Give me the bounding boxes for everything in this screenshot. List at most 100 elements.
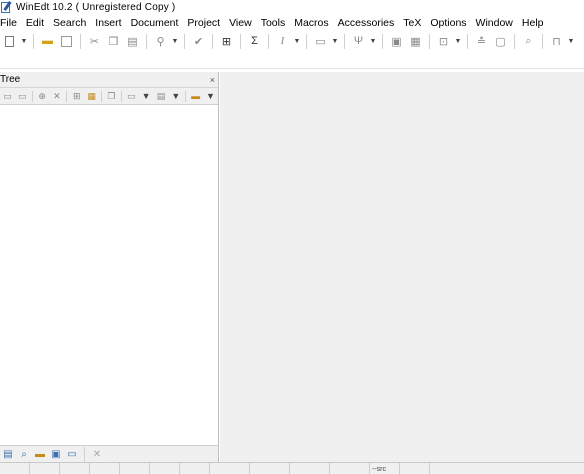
window-title: WinEdt 10.2 ( Unregistered Copy ) xyxy=(16,1,176,13)
toolbar-separator xyxy=(344,33,345,49)
tree-toggle-icon[interactable]: ⊞ xyxy=(219,34,234,49)
image-browser-icon[interactable]: ▣ xyxy=(50,448,62,460)
search-pdf-icon[interactable]: ⌕ xyxy=(521,34,536,49)
menu-options[interactable]: Options xyxy=(430,17,466,29)
menu-edit[interactable]: Edit xyxy=(26,17,44,29)
save-icon[interactable] xyxy=(59,34,74,49)
toolbar-separator xyxy=(31,90,33,102)
search-icon[interactable]: ⌕ xyxy=(18,448,30,460)
preview-icon[interactable]: ▢ xyxy=(493,34,508,49)
table-icon[interactable]: ▦ xyxy=(408,34,423,49)
sigma-icon[interactable]: Σ xyxy=(247,34,262,49)
toolbar-separator xyxy=(467,33,468,49)
copy-icon[interactable]: ❐ xyxy=(106,34,121,49)
menu-accessories[interactable]: Accessories xyxy=(338,17,395,29)
status-cell xyxy=(210,463,250,474)
menu-file[interactable]: File xyxy=(0,17,17,29)
italic-icon[interactable]: I xyxy=(275,34,290,49)
find-dropdown-icon[interactable]: ▼ xyxy=(171,34,179,49)
tree-panel: Tree × ▭ ▭ ⊕ ✕ ⊞ ▦ ❐ ▭ ▼ ▤ ▼ ▬ ▼ ▤ ⌕ ▬ ▣… xyxy=(0,72,219,462)
tex-symbol-dropdown-icon[interactable]: ▼ xyxy=(369,34,377,49)
tree-node-icon[interactable]: ⊞ xyxy=(71,91,82,102)
close-icon[interactable]: ✕ xyxy=(91,448,103,460)
status-cell xyxy=(120,463,150,474)
tree-list-dropdown-icon[interactable]: ▼ xyxy=(170,91,181,102)
main-toolbar: ▼ ▬ ✂ ❐ ▤ ⚲ ▼ ✔ ⊞ Σ I ▼ ▭ ▼ Ψ ▼ ▣ ▦ ⊡ ▼ … xyxy=(0,31,584,51)
tree-back-icon[interactable]: ▭ xyxy=(2,91,13,102)
menu-insert[interactable]: Insert xyxy=(95,17,121,29)
console-icon[interactable]: ▭ xyxy=(66,448,78,460)
tree-forward-icon[interactable]: ▭ xyxy=(17,91,28,102)
compile-icon[interactable]: ⊡ xyxy=(436,34,451,49)
menu-bar: File Edit Search Insert Document Project… xyxy=(0,15,553,31)
image-icon[interactable]: ▣ xyxy=(389,34,404,49)
toolbar-separator xyxy=(212,33,213,49)
status-cell xyxy=(330,463,370,474)
tree-remove-icon[interactable]: ✕ xyxy=(52,91,63,102)
tree-list-icon[interactable]: ▤ xyxy=(156,91,167,102)
menu-window[interactable]: Window xyxy=(476,17,513,29)
winedt-app-icon xyxy=(1,1,13,13)
new-document-dropdown-icon[interactable]: ▼ xyxy=(20,34,28,49)
tree-copy-icon[interactable]: ❐ xyxy=(106,91,117,102)
folder-tree-icon[interactable]: ▬ xyxy=(34,448,46,460)
toolbar-separator xyxy=(84,446,85,462)
tree-project-icon[interactable]: ▦ xyxy=(86,91,97,102)
tex-symbol-icon[interactable]: Ψ xyxy=(351,34,366,49)
menu-help[interactable]: Help xyxy=(522,17,544,29)
trash-icon[interactable]: ⊓ xyxy=(549,34,564,49)
trash-dropdown-icon[interactable]: ▼ xyxy=(567,34,575,49)
status-cell xyxy=(60,463,90,474)
tree-folder-dropdown-icon[interactable]: ▼ xyxy=(205,91,216,102)
tree-add-icon[interactable]: ⊕ xyxy=(37,91,48,102)
toolbar-separator xyxy=(80,33,81,49)
toolbar-separator xyxy=(146,33,147,49)
toolbar-separator xyxy=(382,33,383,49)
tree-toolbar: ▭ ▭ ⊕ ✕ ⊞ ▦ ❐ ▭ ▼ ▤ ▼ ▬ ▼ xyxy=(0,88,218,105)
tree-bottom-toolbar: ▤ ⌕ ▬ ▣ ▭ ✕ xyxy=(0,445,218,462)
italic-dropdown-icon[interactable]: ▼ xyxy=(293,34,301,49)
paste-icon[interactable]: ▤ xyxy=(125,34,140,49)
menu-search[interactable]: Search xyxy=(53,17,86,29)
toolbar-separator xyxy=(101,90,103,102)
toolbar-separator xyxy=(240,33,241,49)
new-document-icon[interactable] xyxy=(2,34,17,49)
menu-view[interactable]: View xyxy=(229,17,252,29)
status-cell xyxy=(150,463,180,474)
close-icon[interactable]: × xyxy=(210,75,215,85)
tree-view[interactable] xyxy=(0,107,218,444)
toolbar-separator xyxy=(184,33,185,49)
toolbar-separator xyxy=(542,33,543,49)
tree-view-dropdown-icon[interactable]: ▼ xyxy=(141,91,152,102)
toolbar-separator xyxy=(185,90,187,102)
editor-area[interactable] xyxy=(220,72,584,462)
compile-dropdown-icon[interactable]: ▼ xyxy=(454,34,462,49)
environment-icon[interactable]: ▭ xyxy=(313,34,328,49)
status-cell xyxy=(290,463,330,474)
status-cell xyxy=(180,463,210,474)
menu-project[interactable]: Project xyxy=(187,17,220,29)
title-bar: WinEdt 10.2 ( Unregistered Copy ) xyxy=(0,0,584,14)
environment-dropdown-icon[interactable]: ▼ xyxy=(331,34,339,49)
toolbar-separator xyxy=(33,33,34,49)
status-cell xyxy=(400,463,430,474)
cut-icon[interactable]: ✂ xyxy=(87,34,102,49)
toolbar-separator xyxy=(268,33,269,49)
status-cell xyxy=(30,463,60,474)
toolbar-separator xyxy=(120,90,122,102)
find-icon[interactable]: ⚲ xyxy=(153,34,168,49)
status-bar: --src xyxy=(0,462,584,474)
menu-tools[interactable]: Tools xyxy=(261,17,286,29)
tree-view-icon[interactable]: ▭ xyxy=(126,91,137,102)
toolbar-separator xyxy=(514,33,515,49)
menu-tex[interactable]: TeX xyxy=(403,17,421,29)
open-folder-icon[interactable]: ▬ xyxy=(40,34,55,49)
tree-folder-icon[interactable]: ▬ xyxy=(190,91,201,102)
menu-document[interactable]: Document xyxy=(131,17,179,29)
status-cell xyxy=(90,463,120,474)
spell-check-icon[interactable]: ✔ xyxy=(191,34,206,49)
align-icon[interactable]: ≛ xyxy=(474,34,489,49)
menu-macros[interactable]: Macros xyxy=(294,17,328,29)
toolbar-separator xyxy=(66,90,68,102)
document-list-icon[interactable]: ▤ xyxy=(2,448,14,460)
